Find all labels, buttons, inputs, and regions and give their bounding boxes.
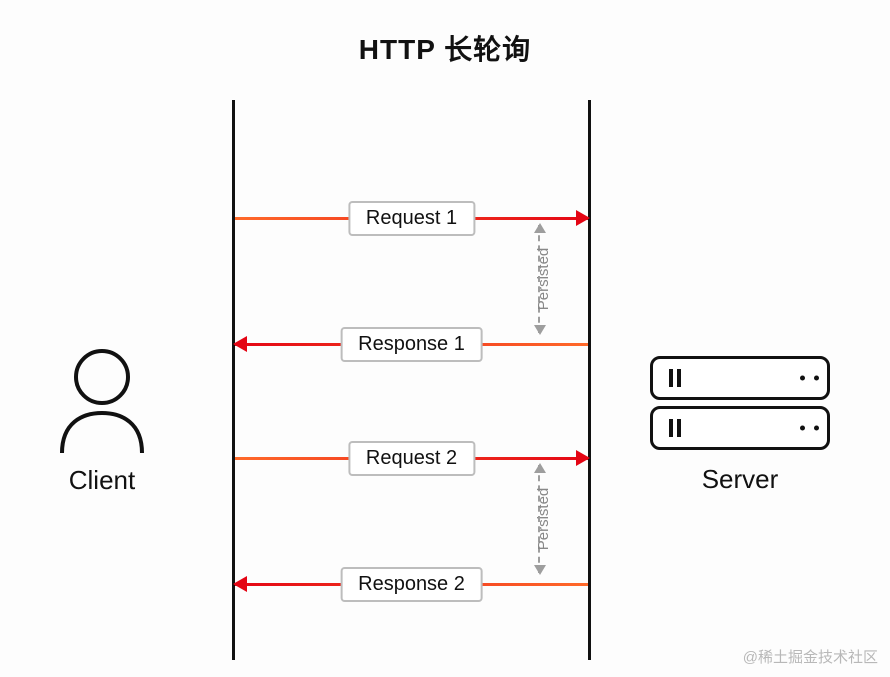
arrow-label: Response 1 <box>340 327 483 362</box>
watermark: @稀土掘金技术社区 <box>743 646 878 667</box>
arrow-label: Request 1 <box>348 201 475 236</box>
request-1-arrow: Request 1 <box>235 217 588 220</box>
persisted-label: Persisted <box>535 488 552 551</box>
user-icon <box>52 345 152 455</box>
persisted-indicator-1: Persisted <box>538 225 540 333</box>
response-2-arrow: Response 2 <box>235 583 588 586</box>
arrow-label: Response 2 <box>340 567 483 602</box>
client-actor: Client <box>52 345 152 496</box>
server-rack-icon <box>650 356 830 400</box>
server-lifeline <box>588 100 591 660</box>
persisted-indicator-2: Persisted <box>538 465 540 573</box>
arrow-label: Request 2 <box>348 441 475 476</box>
request-2-arrow: Request 2 <box>235 457 588 460</box>
response-1-arrow: Response 1 <box>235 343 588 346</box>
diagram-title: HTTP 长轮询 <box>0 28 890 68</box>
client-label: Client <box>52 465 152 496</box>
persisted-label: Persisted <box>535 248 552 311</box>
server-actor: Server <box>640 350 840 495</box>
server-rack-icon <box>650 406 830 450</box>
server-label: Server <box>640 464 840 495</box>
